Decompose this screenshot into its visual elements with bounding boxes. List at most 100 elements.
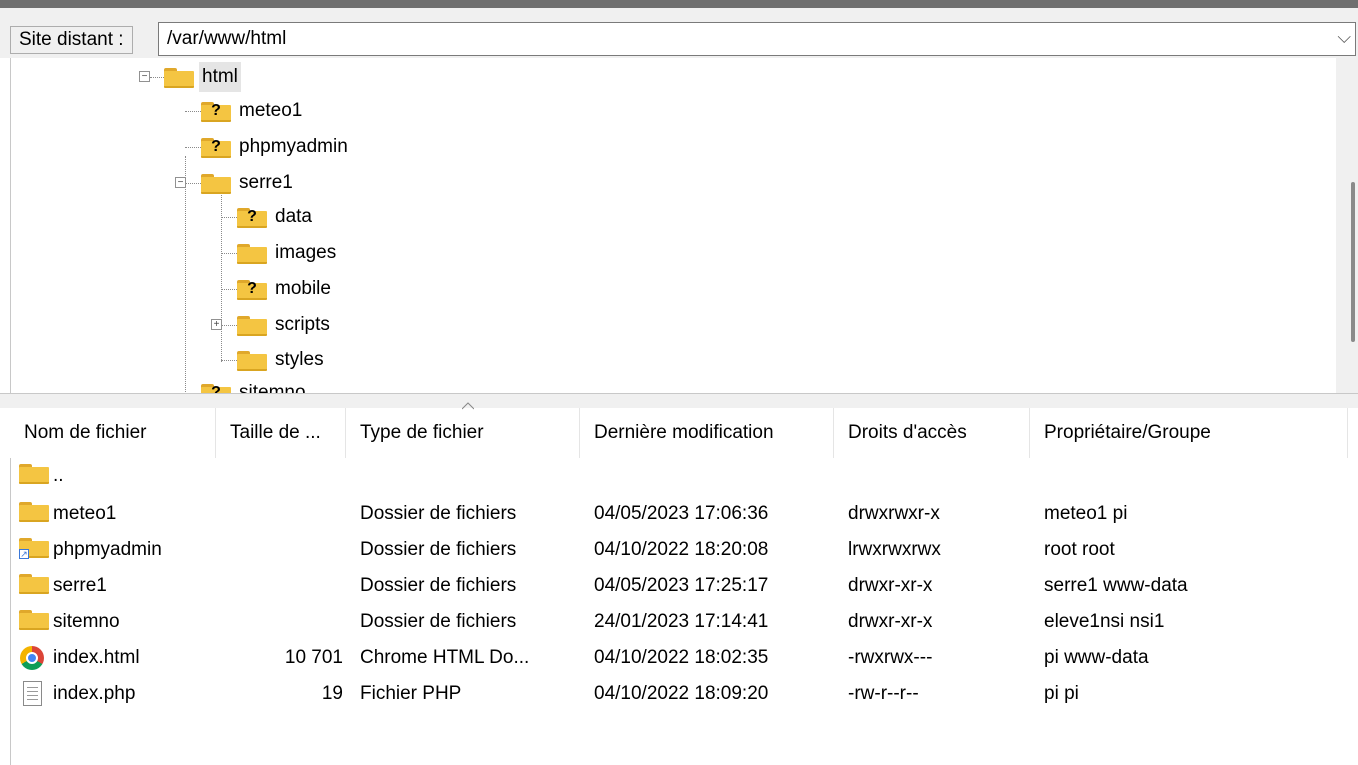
file-list[interactable]: .. meteo1 Dossier de fichiers 04/05/2023… bbox=[10, 458, 1358, 765]
cell-permissions: -rw-r--r-- bbox=[848, 683, 919, 704]
folder-icon bbox=[237, 351, 267, 371]
cell-permissions: drwxr-xr-x bbox=[848, 611, 933, 632]
tree-node-label: serre1 bbox=[239, 172, 293, 193]
tree-scrollbar-thumb[interactable] bbox=[1351, 182, 1355, 342]
column-header-type[interactable]: Type de fichier bbox=[346, 408, 580, 458]
folder-icon bbox=[19, 464, 49, 484]
cell-type: Dossier de fichiers bbox=[360, 611, 517, 632]
tree-connector bbox=[186, 183, 201, 184]
tree-node-label: scripts bbox=[275, 314, 330, 335]
pane-splitter[interactable] bbox=[0, 393, 1358, 408]
column-header-filename[interactable]: Nom de fichier bbox=[10, 408, 216, 458]
cell-type: Chrome HTML Do... bbox=[360, 647, 530, 668]
tree-connector bbox=[221, 253, 237, 254]
cell-owner: pi www-data bbox=[1044, 647, 1149, 668]
folder-icon bbox=[19, 610, 49, 630]
tree-node-data[interactable]: ? data bbox=[11, 202, 411, 232]
tree-node-label: data bbox=[275, 206, 312, 227]
cell-permissions: -rwxrwx--- bbox=[848, 647, 933, 668]
folder-icon bbox=[19, 574, 49, 594]
tree-connector bbox=[221, 360, 237, 361]
remote-path-value: /var/www/html bbox=[167, 28, 287, 49]
remote-site-label: Site distant : bbox=[10, 26, 133, 54]
remote-directory-tree[interactable]: − html ? meteo1 ? phpmyadmin − serre1 ? … bbox=[10, 58, 1349, 393]
folder-icon bbox=[19, 502, 49, 522]
tree-node-scripts[interactable]: + scripts bbox=[11, 310, 411, 340]
tree-node-sitemno[interactable]: ? sitemno bbox=[11, 378, 411, 393]
cell-owner: pi pi bbox=[1044, 683, 1079, 704]
unknown-folder-icon: ? bbox=[201, 102, 231, 122]
tree-node-label: html bbox=[199, 62, 241, 92]
cell-owner: eleve1nsi nsi1 bbox=[1044, 611, 1165, 632]
unknown-folder-icon: ? bbox=[201, 138, 231, 158]
table-row[interactable]: serre1 Dossier de fichiers 04/05/2023 17… bbox=[11, 568, 1358, 604]
remote-site-bar: Site distant : /var/www/html ⌵ bbox=[0, 20, 1358, 58]
cell-owner: meteo1 pi bbox=[1044, 503, 1128, 524]
tree-node-mobile[interactable]: ? mobile bbox=[11, 274, 411, 304]
tree-connector bbox=[221, 289, 237, 290]
chrome-icon bbox=[20, 646, 44, 670]
toolbar-strip bbox=[0, 8, 1358, 20]
collapse-icon[interactable]: − bbox=[175, 177, 186, 188]
cell-size: 10 701 bbox=[284, 647, 343, 668]
tree-node-label: phpmyadmin bbox=[239, 136, 348, 157]
expand-icon[interactable]: + bbox=[211, 319, 222, 330]
cell-filename: index.html bbox=[53, 647, 140, 668]
cell-type: Dossier de fichiers bbox=[360, 575, 517, 596]
chevron-down-icon[interactable]: ⌵ bbox=[1337, 27, 1351, 48]
tree-node-images[interactable]: images bbox=[11, 238, 411, 268]
cell-modified: 04/05/2023 17:25:17 bbox=[594, 575, 769, 596]
table-row[interactable]: ↗ phpmyadmin Dossier de fichiers 04/10/2… bbox=[11, 532, 1358, 568]
tree-connector bbox=[150, 77, 164, 78]
tree-node-label: meteo1 bbox=[239, 100, 303, 121]
tree-node-serre1[interactable]: − serre1 bbox=[11, 168, 411, 198]
cell-modified: 04/10/2022 18:09:20 bbox=[594, 683, 769, 704]
tree-node-phpmyadmin[interactable]: ? phpmyadmin bbox=[11, 132, 411, 162]
folder-icon bbox=[201, 174, 231, 194]
file-list-header: Nom de fichier Taille de ... Type de fic… bbox=[10, 402, 1358, 458]
cell-type: Dossier de fichiers bbox=[360, 503, 517, 524]
cell-permissions: drwxr-xr-x bbox=[848, 575, 933, 596]
collapse-icon[interactable]: − bbox=[139, 71, 150, 82]
tree-node-label: sitemno bbox=[239, 382, 306, 393]
table-row[interactable]: .. bbox=[11, 458, 1358, 494]
cell-modified: 04/05/2023 17:06:36 bbox=[594, 503, 769, 524]
unknown-folder-icon: ? bbox=[237, 208, 267, 228]
tree-node-html[interactable]: − html bbox=[11, 62, 411, 92]
window-top-border bbox=[0, 0, 1358, 8]
tree-node-styles[interactable]: styles bbox=[11, 345, 411, 375]
column-header-permissions[interactable]: Droits d'accès bbox=[834, 408, 1030, 458]
document-icon bbox=[23, 681, 42, 706]
tree-node-label: mobile bbox=[275, 278, 331, 299]
cell-type: Fichier PHP bbox=[360, 683, 462, 704]
tree-connector bbox=[185, 147, 201, 148]
folder-icon bbox=[237, 316, 267, 336]
tree-scrollbar[interactable] bbox=[1336, 58, 1358, 393]
cell-permissions: lrwxrwxrwx bbox=[848, 539, 941, 560]
table-row[interactable]: sitemno Dossier de fichiers 24/01/2023 1… bbox=[11, 604, 1358, 640]
table-row[interactable]: index.php 19 Fichier PHP 04/10/2022 18:0… bbox=[11, 676, 1358, 712]
column-header-size[interactable]: Taille de ... bbox=[216, 408, 346, 458]
cell-owner: root root bbox=[1044, 539, 1115, 560]
cell-filename: meteo1 bbox=[53, 503, 117, 524]
unknown-folder-icon: ? bbox=[201, 384, 231, 393]
cell-type: Dossier de fichiers bbox=[360, 539, 517, 560]
table-row[interactable]: index.html 10 701 Chrome HTML Do... 04/1… bbox=[11, 640, 1358, 676]
cell-size: 19 bbox=[321, 683, 343, 704]
column-header-owner[interactable]: Propriétaire/Groupe bbox=[1030, 408, 1348, 458]
cell-filename: phpmyadmin bbox=[53, 539, 162, 560]
folder-icon bbox=[164, 68, 194, 88]
cell-filename: sitemno bbox=[53, 611, 120, 632]
tree-node-meteo1[interactable]: ? meteo1 bbox=[11, 96, 411, 126]
unknown-folder-icon: ? bbox=[237, 280, 267, 300]
column-header-modified[interactable]: Dernière modification bbox=[580, 408, 834, 458]
tree-node-label: styles bbox=[275, 349, 324, 370]
remote-path-input[interactable]: /var/www/html ⌵ bbox=[158, 22, 1356, 56]
cell-permissions: drwxrwxr-x bbox=[848, 503, 940, 524]
folder-icon bbox=[237, 244, 267, 264]
cell-modified: 04/10/2022 18:02:35 bbox=[594, 647, 769, 668]
cell-filename: .. bbox=[53, 465, 64, 486]
symlink-folder-icon: ↗ bbox=[19, 538, 49, 559]
table-row[interactable]: meteo1 Dossier de fichiers 04/05/2023 17… bbox=[11, 496, 1358, 532]
tree-node-label: images bbox=[275, 242, 337, 263]
